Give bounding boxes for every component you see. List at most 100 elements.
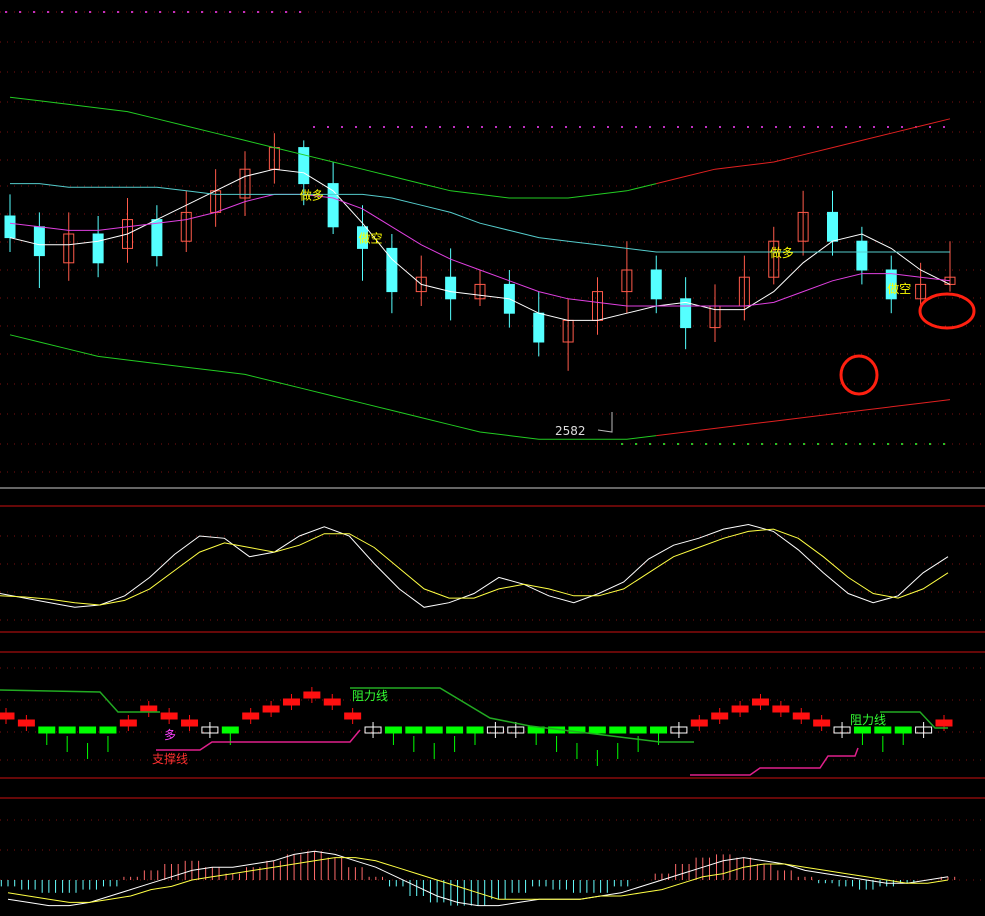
marker-dot (75, 11, 77, 13)
support-dot (915, 443, 917, 445)
resistance-dot (467, 126, 469, 128)
signal-label: 做多 (770, 245, 794, 260)
resistance-dot (929, 126, 931, 128)
resistance-dot (803, 126, 805, 128)
trend-block[interactable] (588, 726, 606, 734)
marker-dot (159, 11, 161, 13)
resistance-dot (677, 126, 679, 128)
support-dot (845, 443, 847, 445)
trend-block[interactable] (99, 726, 117, 734)
marker-dot (201, 11, 203, 13)
trend-block[interactable] (629, 726, 647, 734)
support-dot (943, 443, 945, 445)
support-line-label: 支撑线 (152, 751, 188, 766)
candle[interactable] (151, 219, 163, 257)
candle[interactable] (327, 183, 339, 228)
marker-dot (33, 11, 35, 13)
support-dot (719, 443, 721, 445)
marker-dot (299, 11, 301, 13)
resistance-dot (859, 126, 861, 128)
marker-dot (145, 11, 147, 13)
trend-block[interactable] (0, 712, 15, 720)
trend-block[interactable] (609, 726, 627, 734)
resistance-dot (621, 126, 623, 128)
support-dot (901, 443, 903, 445)
resistance-dot (551, 126, 553, 128)
resistance-line-label-2: 阻力线 (850, 713, 886, 727)
support-dot (761, 443, 763, 445)
resistance-dot (817, 126, 819, 128)
resistance-dot (411, 126, 413, 128)
support-dot (817, 443, 819, 445)
resistance-dot (327, 126, 329, 128)
trend-block[interactable] (405, 726, 423, 734)
marker-dot (215, 11, 217, 13)
resistance-dot (579, 126, 581, 128)
candle[interactable] (533, 312, 545, 343)
trend-block[interactable] (446, 726, 464, 734)
support-dot (929, 443, 931, 445)
resistance-dot (523, 126, 525, 128)
resistance-dot (607, 126, 609, 128)
candle[interactable] (298, 147, 310, 185)
low-price-label: 2582 (555, 424, 586, 438)
support-dot (635, 443, 637, 445)
marker-dot (19, 11, 21, 13)
resistance-dot (537, 126, 539, 128)
stock-chart[interactable]: 做多做空做多做空 2582 多 支撑线 阻力线 阻力线 (0, 0, 985, 916)
marker-dot (285, 11, 287, 13)
support-dot (803, 443, 805, 445)
support-dot (831, 443, 833, 445)
resistance-dot (887, 126, 889, 128)
marker-dot (243, 11, 245, 13)
signal-label: 做多 (300, 188, 324, 203)
resistance-dot (341, 126, 343, 128)
resistance-dot (565, 126, 567, 128)
resistance-dot (355, 126, 357, 128)
resistance-dot (747, 126, 749, 128)
support-dot (733, 443, 735, 445)
support-dot (873, 443, 875, 445)
candle[interactable] (445, 276, 457, 300)
marker-dot (187, 11, 189, 13)
trend-block[interactable] (58, 726, 76, 734)
resistance-dot (439, 126, 441, 128)
resistance-dot (663, 126, 665, 128)
resistance-dot (733, 126, 735, 128)
resistance-dot (789, 126, 791, 128)
marker-dot (229, 11, 231, 13)
support-dot (859, 443, 861, 445)
marker-dot (131, 11, 133, 13)
resistance-dot (775, 126, 777, 128)
support-dot (691, 443, 693, 445)
candle[interactable] (92, 233, 104, 264)
resistance-dot (873, 126, 875, 128)
support-dot (677, 443, 679, 445)
candle[interactable] (33, 226, 45, 257)
marker-dot (89, 11, 91, 13)
marker-dot (257, 11, 259, 13)
resistance-dot (719, 126, 721, 128)
candle[interactable] (827, 211, 838, 242)
resistance-dot (831, 126, 833, 128)
candle[interactable] (856, 240, 868, 271)
resistance-dot (453, 126, 455, 128)
support-dot (789, 443, 791, 445)
trend-block[interactable] (425, 726, 443, 734)
resistance-dot (649, 126, 651, 128)
resistance-dot (845, 126, 847, 128)
resistance-dot (313, 126, 315, 128)
trend-block[interactable] (874, 726, 892, 734)
chart-background (0, 0, 985, 916)
marker-dot (271, 11, 273, 13)
resistance-dot (593, 126, 595, 128)
resistance-dot (691, 126, 693, 128)
marker-dot (173, 11, 175, 13)
candle[interactable] (650, 269, 662, 300)
resistance-dot (425, 126, 427, 128)
signal-label: 做空 (359, 230, 383, 245)
marker-dot (117, 11, 119, 13)
candle[interactable] (4, 215, 16, 239)
resistance-line-label-1: 阻力线 (352, 689, 388, 703)
trend-block[interactable] (79, 726, 97, 734)
